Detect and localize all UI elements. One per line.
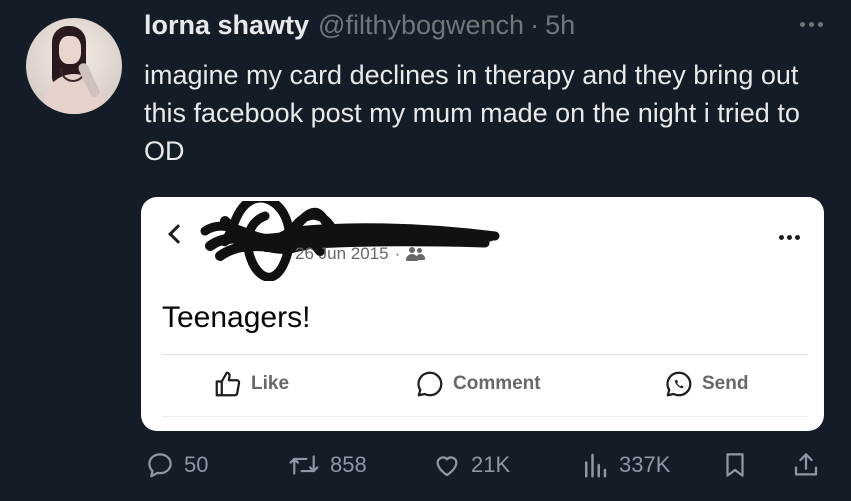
like-count: 21K [471,452,511,477]
retweet-button[interactable]: 858 [287,450,367,480]
post-body: Teenagers! [162,301,311,334]
share-button[interactable] [791,450,821,480]
comment-label: Comment [453,373,541,394]
user-handle[interactable]: @filthybogwench [318,10,524,41]
embedded-image-card[interactable]: 26 Jun 2015 · Teenagers! Like Comment Se… [141,197,824,431]
bookmark-icon [726,453,744,477]
fb-send-action: Send [664,369,748,399]
heart-icon [436,456,458,477]
post-actions: Like Comment Send [141,369,824,405]
timestamp[interactable]: 5h [545,10,575,41]
retweet-icon [289,455,319,475]
views-button[interactable]: 337K [580,450,670,480]
more-icon[interactable] [800,22,823,27]
back-chevron-icon [168,224,188,244]
divider-bottom [162,416,808,417]
share-icon [794,453,818,476]
tweet-actions: 50 858 21K 337K [0,450,851,490]
divider [162,354,808,355]
view-count: 337K [619,452,671,477]
post-date: 26 Jun 2015 [295,244,389,263]
fb-comment-action: Comment [415,369,541,399]
like-label: Like [251,373,290,394]
comment-bubble-icon [417,371,443,397]
redaction-scribble [200,201,500,281]
like-thumb-icon [215,371,241,397]
like-button[interactable]: 21K [432,450,510,480]
bookmark-button[interactable] [720,450,750,480]
tweet-header: lorna shawty @filthybogwench · 5h [144,10,575,41]
avatar-face [59,36,81,64]
post-meta: 26 Jun 2015 · [295,244,426,264]
reply-count: 50 [184,452,209,477]
reply-button[interactable]: 50 [145,450,208,480]
send-label: Send [702,373,749,394]
fb-like-action: Like [213,369,289,399]
retweet-count: 858 [330,452,367,477]
views-icon [585,453,607,478]
reply-icon [148,453,172,478]
avatar[interactable] [26,18,122,114]
options-icon [779,235,800,240]
tweet-text: imagine my card declines in therapy and … [144,60,800,166]
display-name[interactable]: lorna shawty [144,10,309,41]
messenger-icon [666,371,692,397]
friends-icon [406,247,426,261]
separator-dot: · [530,10,540,40]
meta-separator: · [394,244,401,263]
